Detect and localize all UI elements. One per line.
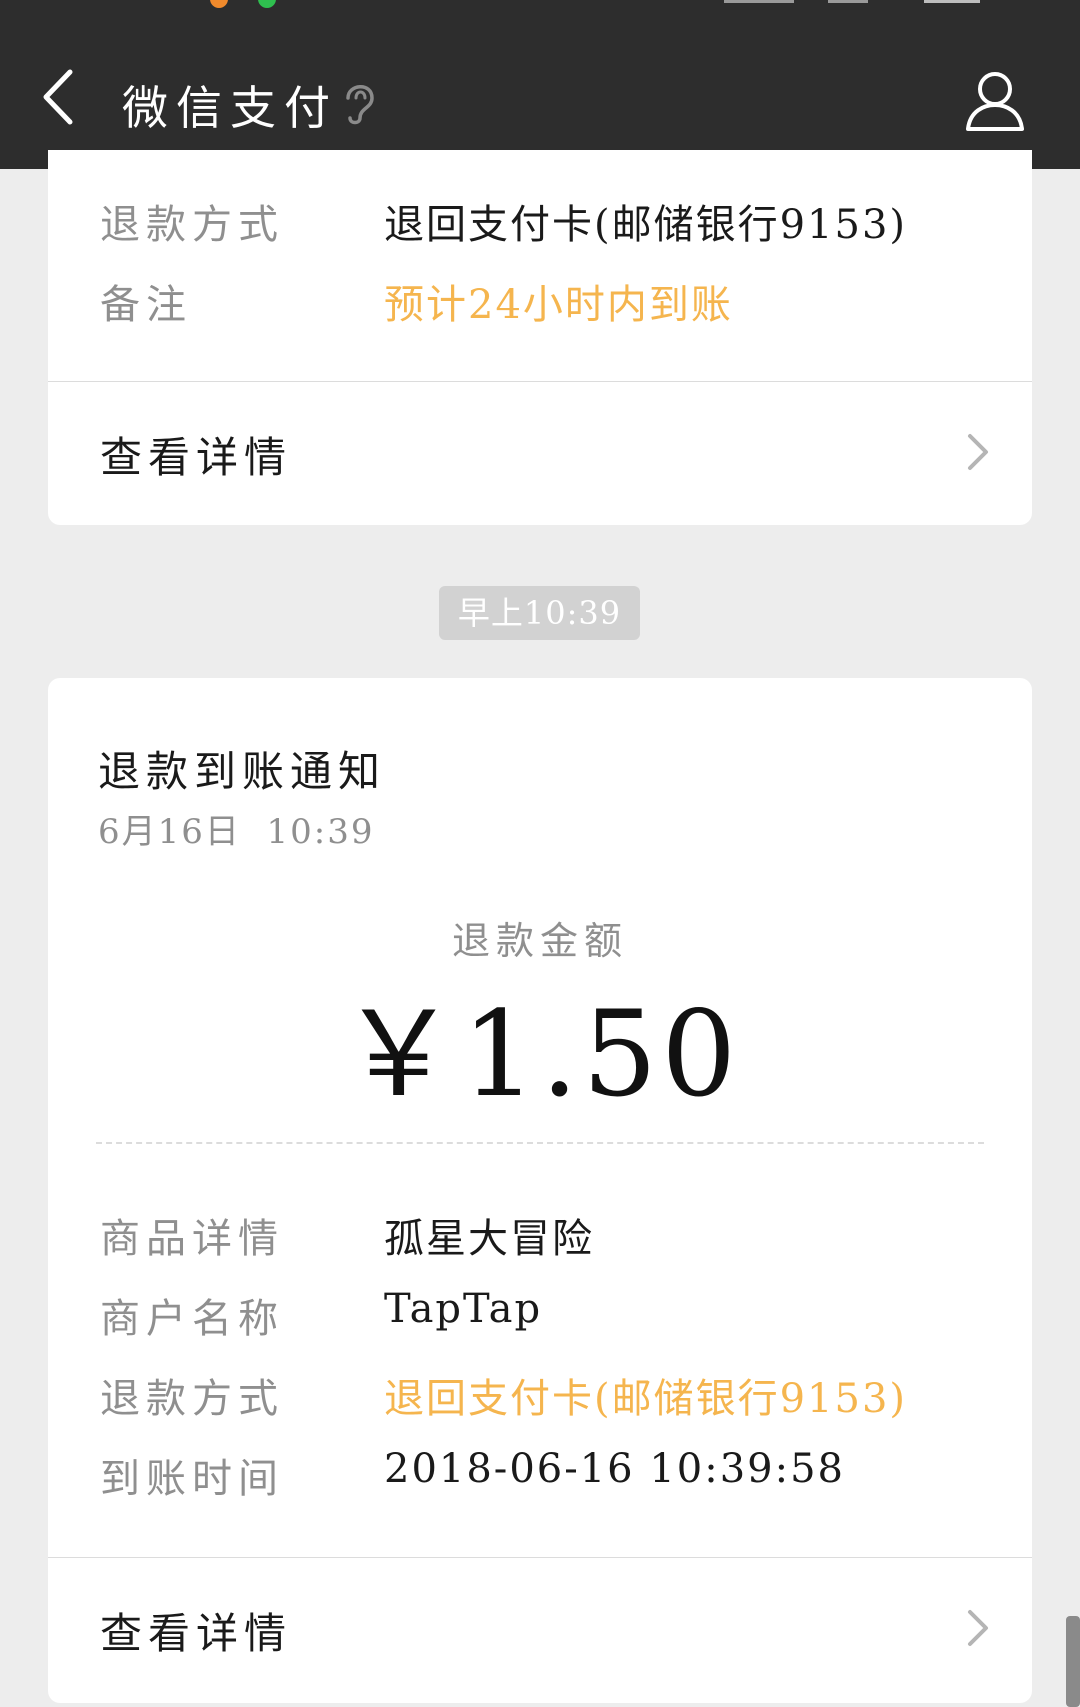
- refund-notice-card: 退款到账通知 6月16日 10:39 退款金额 ￥1.50 商品详情 孤星大冒险…: [48, 678, 1032, 1703]
- product-details-label: 商品详情: [100, 1216, 284, 1262]
- merchant-name-label: 商户名称: [100, 1296, 284, 1342]
- view-details-label: 查看详情: [100, 1609, 293, 1658]
- arrival-time-value: 2018-06-16 10:39:58: [384, 1446, 845, 1492]
- signal-icon: [724, 0, 794, 3]
- view-details-button[interactable]: 查看详情: [48, 382, 1032, 522]
- wifi-icon: [828, 0, 868, 3]
- view-details-label: 查看详情: [100, 433, 293, 482]
- refund-method-value: 退回支付卡(邮储银行9153): [384, 1376, 908, 1422]
- status-bar: [0, 0, 1080, 20]
- refund-method-value: 退回支付卡(邮储银行9153): [384, 202, 908, 248]
- profile-button[interactable]: [960, 65, 1030, 135]
- notice-title: 退款到账通知: [98, 747, 387, 796]
- chevron-right-icon: [968, 434, 988, 470]
- refund-method-label: 退款方式: [100, 202, 284, 248]
- back-button[interactable]: [30, 62, 90, 132]
- chevron-right-icon: [968, 1610, 988, 1646]
- refund-amount-label: 退款金额: [451, 919, 628, 963]
- notification-app-icon: [258, 0, 276, 8]
- merchant-name-value: TapTap: [384, 1286, 543, 1332]
- chevron-left-icon: [43, 69, 73, 125]
- battery-icon: [924, 0, 980, 3]
- remark-label: 备注: [100, 282, 192, 328]
- time-badge: 早上10:39: [439, 586, 640, 640]
- refund-amount: ￥1.50: [339, 985, 741, 1123]
- view-details-button[interactable]: 查看详情: [48, 1558, 1032, 1698]
- scrollbar-thumb[interactable]: [1066, 1616, 1080, 1707]
- page-title: 微信支付: [122, 81, 338, 135]
- notification-app-icon: [210, 0, 228, 8]
- dashed-divider: [96, 1142, 984, 1144]
- product-details-value: 孤星大冒险: [384, 1216, 594, 1262]
- remark-value: 预计24小时内到账: [384, 282, 733, 328]
- refund-card-previous: 退款方式 退回支付卡(邮储银行9153) 备注 预计24小时内到账 查看详情: [48, 150, 1032, 525]
- person-icon: [966, 72, 1024, 131]
- notice-date: 6月16日 10:39: [98, 812, 375, 852]
- title-bar: 微信支付: [0, 20, 1080, 169]
- ear-icon: [346, 85, 374, 125]
- refund-method-label: 退款方式: [100, 1376, 284, 1422]
- arrival-time-label: 到账时间: [100, 1456, 284, 1502]
